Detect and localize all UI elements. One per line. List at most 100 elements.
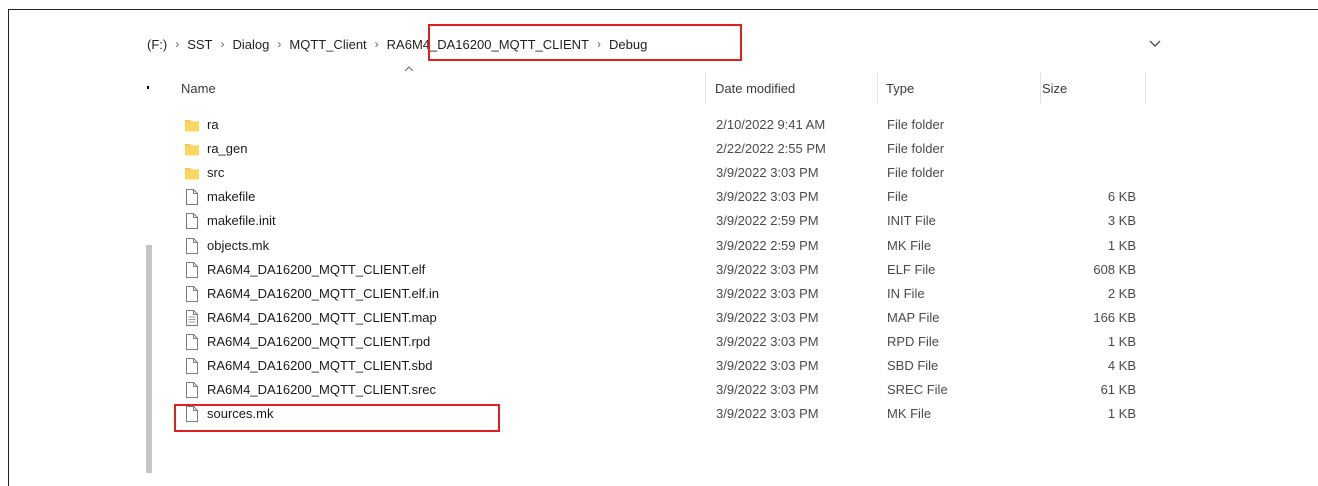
file-size: 3 KB	[1107, 213, 1136, 229]
column-divider[interactable]	[705, 72, 706, 104]
breadcrumb-dialog[interactable]: Dialog	[233, 37, 270, 52]
folder-icon	[184, 116, 200, 134]
file-row[interactable]: makefile.init 3/9/2022 2:59 PM INIT File 3 …	[180, 209, 1140, 233]
file-row[interactable]: makefile 3/9/2022 3:03 PM File 6 KB	[180, 185, 1140, 209]
folder-icon	[184, 140, 200, 158]
file-name: makefile.init	[207, 213, 276, 229]
column-header-date-label: Date modified	[715, 80, 796, 96]
window-left-border	[8, 9, 9, 486]
file-type: IN File	[887, 285, 925, 301]
file-date-modified: 3/9/2022 3:03 PM	[716, 333, 819, 349]
file-type: ELF File	[887, 261, 936, 277]
breadcrumb-chevron-icon[interactable]: ›	[221, 37, 225, 51]
file-row[interactable]: src 3/9/2022 3:03 PM File folder	[180, 161, 1140, 185]
address-history-dropdown[interactable]	[1143, 32, 1167, 56]
file-row[interactable]: ra_gen 2/22/2022 2:55 PM File folder	[180, 137, 1140, 161]
file-type: File folder	[887, 141, 945, 157]
column-header-type-label: Type	[886, 80, 915, 96]
path-highlight-box	[428, 24, 742, 61]
file-date-modified: 3/9/2022 3:03 PM	[716, 309, 819, 325]
file-date-modified: 3/9/2022 3:03 PM	[716, 189, 819, 205]
file-icon	[184, 212, 200, 230]
file-type: File folder	[887, 117, 945, 132]
file-row[interactable]: RA6M4_DA16200_MQTT_CLIENT.elf 3/9/2022 3:…	[180, 258, 1140, 282]
file-name: RA6M4_DA16200_MQTT_CLIENT.elf	[207, 261, 426, 277]
scrollbar-tick	[147, 86, 149, 89]
column-header-name[interactable]: Name	[181, 72, 701, 104]
file-date-modified: 3/9/2022 3:03 PM	[716, 165, 819, 181]
file-name: ra	[207, 117, 219, 132]
file-date-modified: 3/9/2022 2:59 PM	[716, 237, 819, 253]
file-icon	[184, 357, 200, 375]
file-row[interactable]: RA6M4_DA16200_MQTT_CLIENT.map 3/9/2022 3:…	[180, 306, 1140, 330]
file-name: ra_gen	[207, 141, 248, 157]
file-date-modified: 3/9/2022 3:03 PM	[716, 406, 819, 422]
file-name: objects.mk	[207, 237, 270, 253]
file-name: RA6M4_DA16200_MQTT_CLIENT.srec	[207, 382, 437, 398]
breadcrumb-chevron-icon[interactable]: ›	[175, 37, 179, 51]
file-type: RPD File	[887, 333, 940, 349]
file-name: makefile	[207, 189, 256, 205]
column-header-type[interactable]: Type	[886, 72, 1036, 104]
column-header-date[interactable]: Date modified	[715, 72, 875, 104]
file-size: 61 KB	[1100, 382, 1136, 398]
file-row[interactable]: objects.mk 3/9/2022 2:59 PM MK File 1 KB	[180, 234, 1140, 258]
folder-icon	[184, 164, 200, 182]
file-date-modified: 3/9/2022 3:03 PM	[716, 261, 819, 277]
file-type: MK File	[887, 406, 932, 422]
file-size: 1 KB	[1107, 237, 1136, 253]
breadcrumb-drive[interactable]: (F:)	[147, 37, 167, 52]
file-row[interactable]: RA6M4_DA16200_MQTT_CLIENT.srec 3/9/2022 3…	[180, 378, 1140, 402]
file-type: SBD File	[887, 358, 939, 373]
file-date-modified: 3/9/2022 3:03 PM	[716, 358, 819, 373]
file-size: 2 KB	[1107, 285, 1136, 301]
file-type: MK File	[887, 237, 932, 253]
file-icon	[184, 261, 200, 279]
column-header-size[interactable]: Size	[1042, 72, 1142, 104]
file-date-modified: 3/9/2022 2:59 PM	[716, 213, 819, 229]
column-header-name-label: Name	[181, 80, 216, 96]
file-size: 608 KB	[1093, 261, 1136, 277]
file-icon	[184, 237, 200, 255]
file-type: INIT File	[887, 213, 936, 229]
file-size: 4 KB	[1107, 358, 1136, 373]
column-divider[interactable]	[877, 72, 878, 104]
file-type: File	[887, 189, 908, 205]
file-date-modified: 2/22/2022 2:55 PM	[716, 141, 826, 157]
file-type: MAP File	[887, 309, 940, 325]
breadcrumb-sst[interactable]: SST	[187, 37, 212, 52]
file-date-modified: 3/9/2022 3:03 PM	[716, 285, 819, 301]
column-divider[interactable]	[1040, 72, 1041, 104]
file-name: RA6M4_DA16200_MQTT_CLIENT.rpd	[207, 333, 431, 349]
file-size: 166 KB	[1093, 309, 1136, 325]
breadcrumb-mqtt-client[interactable]: MQTT_Client	[289, 37, 366, 52]
file-icon	[184, 188, 200, 206]
file-row[interactable]: RA6M4_DA16200_MQTT_CLIENT.sbd 3/9/2022 3:…	[180, 354, 1140, 378]
scrollbar-thumb[interactable]	[146, 245, 152, 473]
file-name: RA6M4_DA16200_MQTT_CLIENT.sbd	[207, 358, 433, 373]
file-row[interactable]: RA6M4_DA16200_MQTT_CLIENT.rpd 3/9/2022 3:…	[180, 330, 1140, 354]
column-divider[interactable]	[1145, 72, 1146, 104]
text-file-icon	[184, 309, 200, 327]
file-name: RA6M4_DA16200_MQTT_CLIENT.map	[207, 309, 437, 325]
file-icon	[184, 333, 200, 351]
file-date-modified: 2/10/2022 9:41 AM	[716, 117, 826, 132]
file-highlight-box	[174, 404, 500, 432]
file-name: src	[207, 165, 225, 181]
file-size: 6 KB	[1107, 189, 1136, 205]
file-size: 1 KB	[1107, 406, 1136, 422]
file-type: File folder	[887, 165, 945, 181]
file-name: RA6M4_DA16200_MQTT_CLIENT.elf.in	[207, 285, 439, 301]
file-icon	[184, 381, 200, 399]
window-top-border	[8, 9, 1318, 10]
chevron-down-icon	[1149, 40, 1161, 47]
breadcrumb-chevron-icon[interactable]: ›	[375, 37, 379, 51]
column-header-size-label: Size	[1042, 80, 1068, 96]
breadcrumb-chevron-icon[interactable]: ›	[277, 37, 281, 51]
file-size: 1 KB	[1107, 333, 1136, 349]
file-row[interactable]: RA6M4_DA16200_MQTT_CLIENT.elf.in 3/9/2022…	[180, 282, 1140, 306]
file-icon	[184, 285, 200, 303]
file-row[interactable]: ra 2/10/2022 9:41 AM File folder	[180, 113, 1140, 137]
file-date-modified: 3/9/2022 3:03 PM	[716, 382, 819, 398]
file-type: SREC File	[887, 382, 948, 398]
